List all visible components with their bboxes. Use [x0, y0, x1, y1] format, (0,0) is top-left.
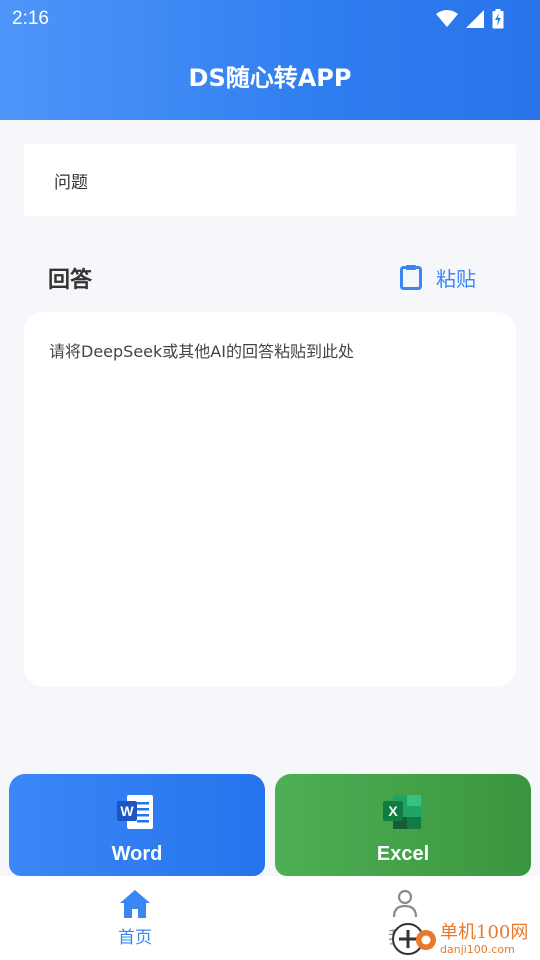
wifi-icon [436, 10, 458, 27]
home-icon [120, 889, 150, 918]
user-icon [392, 889, 418, 917]
clipboard-icon [400, 265, 422, 290]
answer-placeholder: 请将DeepSeek或其他AI的回答粘贴到此处 [49, 342, 354, 361]
cellular-signal-icon [466, 10, 484, 28]
excel-label: Excel [376, 842, 430, 865]
paste-button[interactable]: 粘贴 [400, 261, 476, 293]
page-title: DS随心转APP [188, 64, 352, 92]
excel-icon: X [383, 794, 421, 829]
watermark-main: 单机100网 [440, 921, 529, 943]
question-label: 问题 [54, 172, 88, 193]
status-bar: 2:16 [0, 0, 540, 38]
word-icon-letter: W [120, 803, 134, 819]
nav-home-label: 首页 [118, 927, 152, 948]
paste-label: 粘贴 [436, 266, 476, 291]
battery-charging-icon [492, 9, 504, 29]
word-export-button[interactable]: W Word [9, 774, 265, 876]
nav-item-home[interactable]: 首页 [0, 876, 270, 960]
question-field[interactable]: 问题 [24, 144, 516, 216]
watermark-logo-icon [392, 923, 436, 955]
excel-export-button[interactable]: X Excel [275, 774, 531, 876]
app-header: 2:16 DS随心转APP [0, 0, 540, 120]
watermark-sub: danji100.com [440, 942, 515, 956]
word-label: Word [111, 842, 163, 865]
status-icons [436, 9, 504, 29]
excel-icon-letter: X [388, 803, 398, 819]
watermark: 单机100网 danji100.com [388, 918, 540, 960]
status-time: 2:16 [12, 8, 49, 29]
answer-label: 回答 [48, 268, 93, 293]
watermark-text: 单机100网 danji100.com [440, 921, 529, 956]
answer-input-area[interactable]: 请将DeepSeek或其他AI的回答粘贴到此处 [24, 312, 516, 687]
word-icon: W [117, 794, 153, 829]
